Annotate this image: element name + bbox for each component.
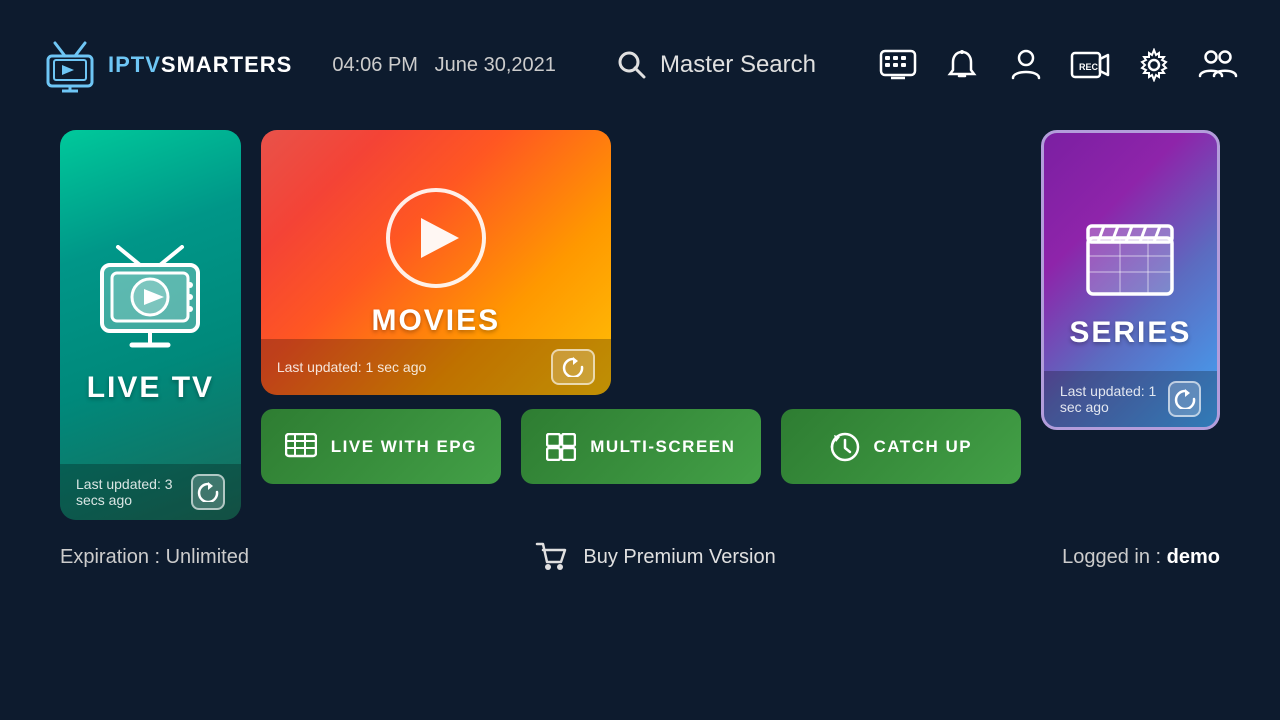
search-bar[interactable]: Master Search — [616, 49, 816, 81]
multi-screen-icon — [546, 433, 576, 461]
user-icon — [1010, 48, 1042, 82]
buy-premium-label: Buy Premium Version — [583, 546, 775, 569]
catch-up-button[interactable]: CATCH UP — [781, 409, 1021, 484]
expiration: Expiration : Unlimited — [60, 546, 249, 569]
svg-text:REC: REC — [1079, 62, 1099, 72]
series-label: SERIES — [1069, 316, 1191, 350]
refresh-icon — [197, 482, 219, 502]
catch-up-icon — [830, 432, 860, 462]
record-icon: REC — [1070, 49, 1110, 81]
epg-button[interactable] — [876, 43, 920, 87]
live-tv-label: LIVE TV — [87, 371, 214, 405]
buy-premium-button[interactable]: Buy Premium Version — [535, 540, 775, 574]
datetime: 04:06 PM June 30,2021 — [332, 54, 556, 77]
switch-user-icon — [1198, 48, 1238, 82]
movies-play-icon — [386, 188, 486, 288]
movies-footer: Last updated: 1 sec ago — [261, 339, 611, 395]
logged-in: Logged in : demo — [1062, 546, 1220, 569]
movies-refresh-icon — [562, 357, 584, 377]
series-clapboard-icon — [1080, 210, 1180, 300]
logo: IPTVSMARTERS — [40, 38, 292, 93]
live-tv-card[interactable]: LIVE TV Last updated: 3 secs ago — [60, 130, 241, 520]
series-last-updated: Last updated: 1 sec ago — [1060, 383, 1168, 415]
live-epg-label: LIVE WITH EPG — [331, 437, 477, 457]
epg-icon — [879, 49, 917, 81]
live-tv-refresh-button[interactable] — [191, 474, 224, 510]
settings-icon — [1137, 48, 1171, 82]
series-card[interactable]: SERIES Last updated: 1 sec ago — [1041, 130, 1220, 430]
cart-icon — [535, 540, 569, 574]
search-icon — [616, 49, 648, 81]
main-content: LIVE TV Last updated: 3 secs ago MOVIES — [0, 130, 1280, 520]
header-icons: REC — [876, 43, 1240, 87]
live-epg-icon — [285, 433, 317, 461]
live-epg-button[interactable]: LIVE WITH EPG — [261, 409, 501, 484]
search-label: Master Search — [660, 51, 816, 79]
movies-card[interactable]: MOVIES Last updated: 1 sec ago — [261, 130, 611, 395]
notification-button[interactable] — [940, 43, 984, 87]
live-tv-footer: Last updated: 3 secs ago — [60, 464, 241, 520]
series-footer: Last updated: 1 sec ago — [1044, 371, 1217, 427]
movies-refresh-button[interactable] — [551, 349, 595, 385]
logo-icon — [40, 38, 100, 93]
catch-up-label: CATCH UP — [874, 437, 973, 457]
settings-button[interactable] — [1132, 43, 1176, 87]
notification-icon — [945, 48, 979, 82]
multi-screen-button[interactable]: MULTI-SCREEN — [521, 409, 761, 484]
cards-row: LIVE TV Last updated: 3 secs ago MOVIES — [60, 130, 1220, 520]
movies-last-updated: Last updated: 1 sec ago — [277, 359, 426, 375]
live-tv-icon — [90, 245, 210, 355]
movies-label: MOVIES — [371, 304, 500, 338]
multi-screen-label: MULTI-SCREEN — [590, 437, 735, 457]
logo-text: IPTVSMARTERS — [108, 53, 292, 77]
user-button[interactable] — [1004, 43, 1048, 87]
record-button[interactable]: REC — [1068, 43, 1112, 87]
live-tv-last-updated: Last updated: 3 secs ago — [76, 476, 191, 508]
switch-user-button[interactable] — [1196, 43, 1240, 87]
header: IPTVSMARTERS 04:06 PM June 30,2021 Maste… — [0, 0, 1280, 130]
action-buttons: LIVE WITH EPG MULTI-SCREEN — [261, 409, 1021, 484]
series-refresh-button[interactable] — [1168, 381, 1201, 417]
footer: Expiration : Unlimited Buy Premium Versi… — [0, 520, 1280, 594]
series-refresh-icon — [1174, 389, 1196, 409]
